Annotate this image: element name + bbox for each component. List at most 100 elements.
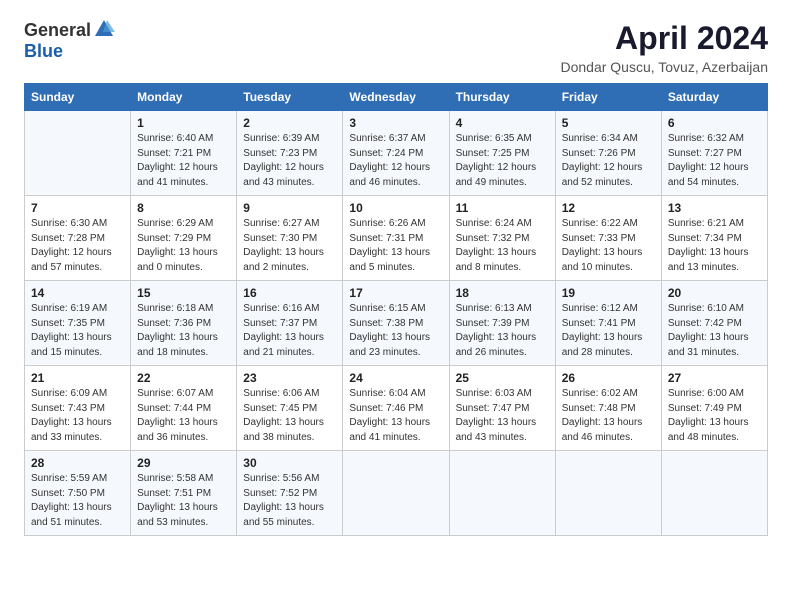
cell-info-text: Sunrise: 6:18 AM Sunset: 7:36 PM Dayligh… <box>137 302 230 360</box>
calendar-cell: 9 Sunrise: 6:27 AM Sunset: 7:30 PM Daylig… <box>237 196 343 281</box>
cell-info-text: Sunrise: 6:34 AM Sunset: 7:26 PM Dayligh… <box>562 132 655 190</box>
cell-day-number: 9 <box>243 201 336 215</box>
calendar-row-2: 7 Sunrise: 6:30 AM Sunset: 7:28 PM Daylig… <box>25 196 768 281</box>
calendar-cell <box>343 451 449 536</box>
cell-day-number: 2 <box>243 116 336 130</box>
calendar-cell: 24 Sunrise: 6:04 AM Sunset: 7:46 PM Dayli… <box>343 366 449 451</box>
logo: General Blue <box>24 20 115 62</box>
cell-day-number: 5 <box>562 116 655 130</box>
col-header-monday: Monday <box>131 84 237 111</box>
cell-info-text: Sunrise: 6:37 AM Sunset: 7:24 PM Dayligh… <box>349 132 442 190</box>
calendar-cell: 5 Sunrise: 6:34 AM Sunset: 7:26 PM Daylig… <box>555 111 661 196</box>
cell-info-text: Sunrise: 6:24 AM Sunset: 7:32 PM Dayligh… <box>456 217 549 275</box>
cell-day-number: 20 <box>668 286 761 300</box>
cell-day-number: 17 <box>349 286 442 300</box>
calendar-cell: 30 Sunrise: 5:56 AM Sunset: 7:52 PM Dayli… <box>237 451 343 536</box>
cell-info-text: Sunrise: 6:00 AM Sunset: 7:49 PM Dayligh… <box>668 387 761 445</box>
calendar-row-4: 21 Sunrise: 6:09 AM Sunset: 7:43 PM Dayli… <box>25 366 768 451</box>
calendar-cell: 8 Sunrise: 6:29 AM Sunset: 7:29 PM Daylig… <box>131 196 237 281</box>
calendar-cell: 29Sunrise: 5:58 AM Sunset: 7:51 PM Dayli… <box>131 451 237 536</box>
calendar-row-1: 1 Sunrise: 6:40 AM Sunset: 7:21 PM Daylig… <box>25 111 768 196</box>
cell-day-number: 1 <box>137 116 230 130</box>
calendar-cell: 4 Sunrise: 6:35 AM Sunset: 7:25 PM Daylig… <box>449 111 555 196</box>
cell-info-text: Sunrise: 6:19 AM Sunset: 7:35 PM Dayligh… <box>31 302 124 360</box>
cell-info-text: Sunrise: 6:02 AM Sunset: 7:48 PM Dayligh… <box>562 387 655 445</box>
calendar-cell: 17 Sunrise: 6:15 AM Sunset: 7:38 PM Dayli… <box>343 281 449 366</box>
calendar-cell: 3Sunrise: 6:37 AM Sunset: 7:24 PM Daylig… <box>343 111 449 196</box>
calendar-row-5: 28 Sunrise: 5:59 AM Sunset: 7:50 PM Dayli… <box>25 451 768 536</box>
calendar-cell <box>555 451 661 536</box>
calendar-cell: 12 Sunrise: 6:22 AM Sunset: 7:33 PM Dayli… <box>555 196 661 281</box>
cell-info-text: Sunrise: 6:40 AM Sunset: 7:21 PM Dayligh… <box>137 132 230 190</box>
cell-day-number: 12 <box>562 201 655 215</box>
cell-day-number: 7 <box>31 201 124 215</box>
calendar-cell: 14Sunrise: 6:19 AM Sunset: 7:35 PM Dayli… <box>25 281 131 366</box>
calendar-row-3: 14Sunrise: 6:19 AM Sunset: 7:35 PM Dayli… <box>25 281 768 366</box>
cell-info-text: Sunrise: 6:30 AM Sunset: 7:28 PM Dayligh… <box>31 217 124 275</box>
cell-info-text: Sunrise: 6:21 AM Sunset: 7:34 PM Dayligh… <box>668 217 761 275</box>
col-header-sunday: Sunday <box>25 84 131 111</box>
calendar-cell: 7 Sunrise: 6:30 AM Sunset: 7:28 PM Daylig… <box>25 196 131 281</box>
col-header-friday: Friday <box>555 84 661 111</box>
cell-info-text: Sunrise: 5:56 AM Sunset: 7:52 PM Dayligh… <box>243 472 336 530</box>
cell-day-number: 4 <box>456 116 549 130</box>
calendar-cell: 18 Sunrise: 6:13 AM Sunset: 7:39 PM Dayli… <box>449 281 555 366</box>
cell-info-text: Sunrise: 6:27 AM Sunset: 7:30 PM Dayligh… <box>243 217 336 275</box>
calendar-cell: 21 Sunrise: 6:09 AM Sunset: 7:43 PM Dayli… <box>25 366 131 451</box>
cell-info-text: Sunrise: 6:03 AM Sunset: 7:47 PM Dayligh… <box>456 387 549 445</box>
cell-day-number: 19 <box>562 286 655 300</box>
cell-day-number: 13 <box>668 201 761 215</box>
calendar-cell: 19 Sunrise: 6:12 AM Sunset: 7:41 PM Dayli… <box>555 281 661 366</box>
month-title: April 2024 <box>560 20 768 57</box>
cell-day-number: 27 <box>668 371 761 385</box>
calendar-cell: 20Sunrise: 6:10 AM Sunset: 7:42 PM Dayli… <box>661 281 767 366</box>
calendar-cell: 11 Sunrise: 6:24 AM Sunset: 7:32 PM Dayli… <box>449 196 555 281</box>
cell-info-text: Sunrise: 6:04 AM Sunset: 7:46 PM Dayligh… <box>349 387 442 445</box>
cell-info-text: Sunrise: 6:22 AM Sunset: 7:33 PM Dayligh… <box>562 217 655 275</box>
cell-day-number: 28 <box>31 456 124 470</box>
cell-day-number: 8 <box>137 201 230 215</box>
logo-icon <box>93 18 115 40</box>
calendar-cell: 15Sunrise: 6:18 AM Sunset: 7:36 PM Dayli… <box>131 281 237 366</box>
cell-info-text: Sunrise: 6:07 AM Sunset: 7:44 PM Dayligh… <box>137 387 230 445</box>
cell-day-number: 30 <box>243 456 336 470</box>
cell-info-text: Sunrise: 6:16 AM Sunset: 7:37 PM Dayligh… <box>243 302 336 360</box>
cell-day-number: 16 <box>243 286 336 300</box>
calendar-cell: 2 Sunrise: 6:39 AM Sunset: 7:23 PM Daylig… <box>237 111 343 196</box>
cell-day-number: 11 <box>456 201 549 215</box>
calendar-cell: 16 Sunrise: 6:16 AM Sunset: 7:37 PM Dayli… <box>237 281 343 366</box>
col-header-tuesday: Tuesday <box>237 84 343 111</box>
calendar-cell: 28 Sunrise: 5:59 AM Sunset: 7:50 PM Dayli… <box>25 451 131 536</box>
cell-info-text: Sunrise: 6:32 AM Sunset: 7:27 PM Dayligh… <box>668 132 761 190</box>
calendar-cell <box>661 451 767 536</box>
cell-info-text: Sunrise: 6:29 AM Sunset: 7:29 PM Dayligh… <box>137 217 230 275</box>
col-header-thursday: Thursday <box>449 84 555 111</box>
cell-info-text: Sunrise: 5:59 AM Sunset: 7:50 PM Dayligh… <box>31 472 124 530</box>
cell-info-text: Sunrise: 6:35 AM Sunset: 7:25 PM Dayligh… <box>456 132 549 190</box>
cell-info-text: Sunrise: 6:15 AM Sunset: 7:38 PM Dayligh… <box>349 302 442 360</box>
cell-day-number: 21 <box>31 371 124 385</box>
cell-day-number: 29 <box>137 456 230 470</box>
calendar-cell: 26 Sunrise: 6:02 AM Sunset: 7:48 PM Dayli… <box>555 366 661 451</box>
logo-general-text: General <box>24 20 91 41</box>
col-header-wednesday: Wednesday <box>343 84 449 111</box>
cell-info-text: Sunrise: 6:39 AM Sunset: 7:23 PM Dayligh… <box>243 132 336 190</box>
cell-info-text: Sunrise: 6:06 AM Sunset: 7:45 PM Dayligh… <box>243 387 336 445</box>
cell-info-text: Sunrise: 6:09 AM Sunset: 7:43 PM Dayligh… <box>31 387 124 445</box>
cell-day-number: 24 <box>349 371 442 385</box>
cell-day-number: 22 <box>137 371 230 385</box>
calendar-cell: 10Sunrise: 6:26 AM Sunset: 7:31 PM Dayli… <box>343 196 449 281</box>
cell-day-number: 10 <box>349 201 442 215</box>
cell-info-text: Sunrise: 6:13 AM Sunset: 7:39 PM Dayligh… <box>456 302 549 360</box>
cell-info-text: Sunrise: 6:12 AM Sunset: 7:41 PM Dayligh… <box>562 302 655 360</box>
calendar-cell: 23 Sunrise: 6:06 AM Sunset: 7:45 PM Dayli… <box>237 366 343 451</box>
logo-blue-text: Blue <box>24 41 63 62</box>
title-section: April 2024 Dondar Quscu, Tovuz, Azerbaij… <box>560 20 768 75</box>
header: General Blue April 2024 Dondar Quscu, To… <box>24 20 768 75</box>
cell-day-number: 18 <box>456 286 549 300</box>
cell-day-number: 26 <box>562 371 655 385</box>
calendar-header-row: SundayMondayTuesdayWednesdayThursdayFrid… <box>25 84 768 111</box>
calendar-cell: 6Sunrise: 6:32 AM Sunset: 7:27 PM Daylig… <box>661 111 767 196</box>
location-subtitle: Dondar Quscu, Tovuz, Azerbaijan <box>560 59 768 75</box>
cell-day-number: 23 <box>243 371 336 385</box>
